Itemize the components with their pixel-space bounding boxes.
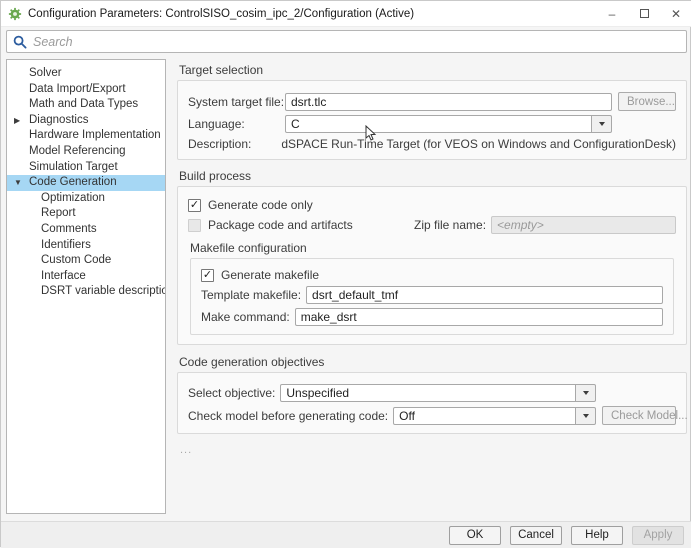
ellipsis-text: ...: [180, 444, 687, 456]
sidebar-item-interface[interactable]: Interface: [7, 269, 165, 285]
dialog-footer: OK Cancel Help Apply: [1, 521, 691, 548]
window-controls: – ✕: [596, 1, 691, 26]
sidebar-item-label: Code Generation: [29, 176, 117, 188]
sidebar-item-label: Data Import/Export: [29, 83, 126, 95]
category-tree: Solver Data Import/Export Math and Data …: [6, 59, 166, 514]
title-bar: Configuration Parameters: ControlSISO_co…: [1, 1, 691, 27]
help-button[interactable]: Help: [571, 526, 623, 545]
select-objective-combobox: [280, 384, 596, 402]
description-value: dSPACE Run-Time Target (for VEOS on Wind…: [281, 137, 676, 151]
apply-button: Apply: [632, 526, 684, 545]
close-button[interactable]: ✕: [660, 1, 691, 26]
maximize-icon: [640, 9, 649, 18]
app-gear-icon: [8, 7, 22, 21]
select-objective-dropdown-button[interactable]: [575, 384, 596, 402]
check-model-value[interactable]: [393, 407, 576, 425]
system-target-file-input[interactable]: [285, 93, 612, 111]
sidebar-item-hardware-implementation[interactable]: Hardware Implementation: [7, 128, 165, 144]
sidebar-item-label: Custom Code: [41, 254, 111, 266]
makefile-configuration-group: Generate makefile Template makefile: Mak…: [190, 258, 674, 335]
language-dropdown-button[interactable]: [591, 115, 612, 133]
sidebar-item-label: Simulation Target: [29, 161, 118, 173]
expanded-arrow-icon[interactable]: ▼: [14, 175, 26, 191]
select-objective-label: Select objective:: [188, 386, 275, 400]
sidebar-item-label: Diagnostics: [29, 114, 88, 126]
chevron-down-icon: [583, 391, 589, 395]
sidebar-item-diagnostics[interactable]: ▶Diagnostics: [7, 113, 165, 129]
ok-button[interactable]: OK: [449, 526, 501, 545]
chevron-down-icon: [599, 122, 605, 126]
sidebar-item-optimization[interactable]: Optimization: [7, 191, 165, 207]
collapsed-arrow-icon[interactable]: ▶: [14, 113, 26, 129]
target-selection-title: Target selection: [179, 63, 687, 77]
settings-panel: Target selection System target file: Bro…: [177, 59, 687, 456]
sidebar-item-identifiers[interactable]: Identifiers: [7, 238, 165, 254]
sidebar-item-label: Identifiers: [41, 239, 91, 251]
package-code-label: Package code and artifacts: [208, 218, 380, 232]
language-value[interactable]: [285, 115, 592, 133]
check-model-dropdown-button[interactable]: [575, 407, 596, 425]
sidebar-item-label: Optimization: [41, 192, 105, 204]
makefile-configuration-title: Makefile configuration: [190, 241, 676, 255]
code-generation-objectives-group: Select objective: Check model before gen…: [177, 372, 687, 434]
search-bar: [6, 30, 687, 53]
minimize-button[interactable]: –: [596, 1, 628, 26]
zip-file-name-label: Zip file name:: [414, 218, 486, 232]
search-input[interactable]: [33, 35, 680, 49]
check-model-label: Check model before generating code:: [188, 409, 388, 423]
sidebar-item-math-and-data-types[interactable]: Math and Data Types: [7, 97, 165, 113]
sidebar-item-label: DSRT variable descriptio...: [41, 285, 165, 297]
sidebar-item-report[interactable]: Report: [7, 206, 165, 222]
configuration-parameters-dialog: { "window": { "title": "Configuration Pa…: [0, 0, 691, 547]
sidebar-item-comments[interactable]: Comments: [7, 222, 165, 238]
sidebar-item-label: Math and Data Types: [29, 98, 138, 110]
search-icon: [13, 35, 27, 49]
check-model-button[interactable]: Check Model...: [602, 406, 676, 425]
maximize-button[interactable]: [628, 1, 660, 26]
sidebar-item-label: Interface: [41, 270, 86, 282]
system-target-file-label: System target file:: [188, 95, 285, 109]
language-combobox: [285, 115, 612, 133]
generate-code-only-label: Generate code only: [208, 198, 313, 212]
sidebar-item-dsrt-variable-description[interactable]: DSRT variable descriptio...: [7, 284, 165, 300]
sidebar-item-solver[interactable]: Solver: [7, 66, 165, 82]
target-selection-group: System target file: Browse... Language: …: [177, 80, 687, 160]
language-label: Language:: [188, 117, 285, 131]
build-process-title: Build process: [179, 169, 687, 183]
generate-makefile-checkbox[interactable]: [201, 269, 214, 282]
sidebar-item-model-referencing[interactable]: Model Referencing: [7, 144, 165, 160]
make-command-label: Make command:: [201, 310, 290, 324]
chevron-down-icon: [583, 414, 589, 418]
build-process-group: Generate code only Package code and arti…: [177, 186, 687, 345]
template-makefile-label: Template makefile:: [201, 288, 301, 302]
window-title: Configuration Parameters: ControlSISO_co…: [28, 8, 414, 20]
generate-makefile-label: Generate makefile: [221, 268, 319, 282]
sidebar-item-custom-code[interactable]: Custom Code: [7, 253, 165, 269]
code-generation-objectives-title: Code generation objectives: [179, 355, 687, 369]
generate-code-only-checkbox[interactable]: [188, 199, 201, 212]
template-makefile-input[interactable]: [306, 286, 663, 304]
zip-file-name-input: [491, 216, 676, 234]
sidebar-item-simulation-target[interactable]: Simulation Target: [7, 160, 165, 176]
sidebar-item-label: Solver: [29, 67, 62, 79]
sidebar-item-label: Comments: [41, 223, 97, 235]
select-objective-value[interactable]: [280, 384, 576, 402]
sidebar-item-data-import-export[interactable]: Data Import/Export: [7, 82, 165, 98]
browse-button[interactable]: Browse...: [618, 92, 676, 111]
package-code-checkbox[interactable]: [188, 219, 201, 232]
sidebar-item-code-generation[interactable]: ▼Code Generation: [7, 175, 165, 191]
check-model-combobox: [393, 407, 596, 425]
make-command-input[interactable]: [295, 308, 663, 326]
sidebar-item-label: Hardware Implementation: [29, 129, 161, 141]
sidebar-item-label: Model Referencing: [29, 145, 126, 157]
description-label: Description:: [188, 137, 281, 151]
sidebar-item-label: Report: [41, 207, 76, 219]
cancel-button[interactable]: Cancel: [510, 526, 562, 545]
